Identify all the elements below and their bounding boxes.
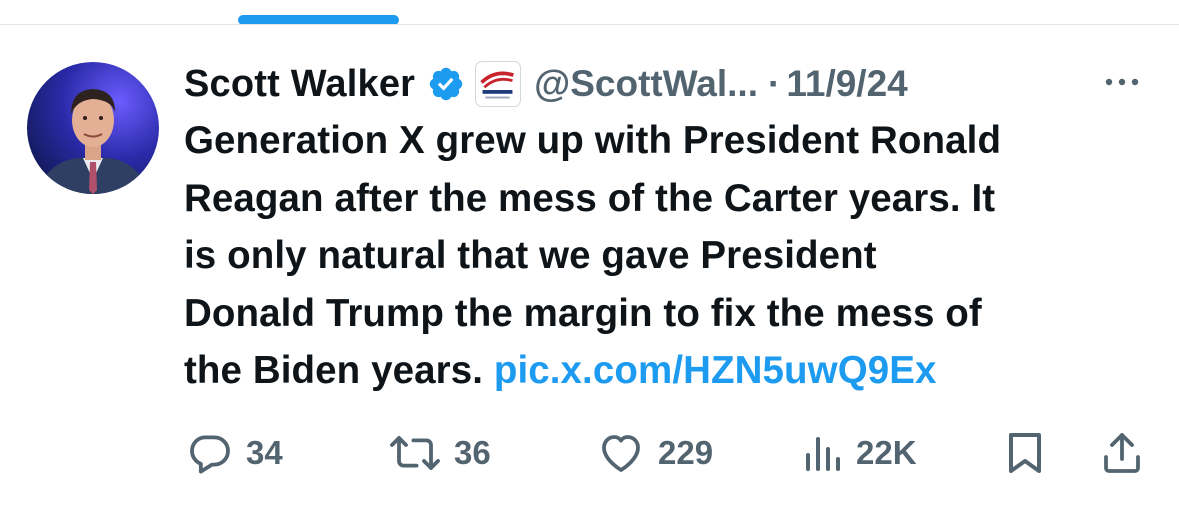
tweet-text-line-last: the Biden years. pic.x.com/HZN5uwQ9Ex [184,342,1164,400]
tweet-text-tail: the Biden years. [184,349,494,392]
tweet-text-line: Generation X grew up with President Rona… [184,119,1002,162]
repost-count: 36 [454,434,491,471]
author-name[interactable]: Scott Walker [184,63,415,106]
media-link[interactable]: pic.x.com/HZN5uwQ9Ex [494,349,937,392]
author-handle[interactable]: @ScottWal... [534,63,758,105]
reply-icon [190,435,230,474]
views-button[interactable]: 22K [800,425,917,481]
more-icon[interactable] [1097,60,1147,100]
tweet-header: Scott Walker @ScottWal... · 11/9/24 [184,56,908,112]
bookmark-button[interactable] [1005,425,1045,481]
like-count: 229 [658,434,714,471]
affiliate-badge-icon[interactable] [475,61,522,107]
separator-dot: · [768,63,781,104]
tweet-text-line: is only natural that we gave President [184,234,877,277]
repost-icon [390,436,440,470]
tweet-date[interactable]: 11/9/24 [786,63,907,105]
views-icon [806,437,840,471]
views-count: 22K [856,434,917,471]
like-icon [602,435,640,472]
reply-count: 34 [246,434,283,471]
action-bar: 34 36 229 22K [0,425,1179,481]
reply-button[interactable]: 34 [186,425,283,481]
tweet-text-line: Reagan after the mess of the Carter year… [184,176,996,220]
repost-button[interactable]: 36 [388,425,491,481]
share-button[interactable] [1098,425,1146,481]
verified-badge-icon [427,65,465,103]
like-button[interactable]: 229 [596,425,713,481]
tweet-text-line: Donald Trump the margin to fix the mess … [184,291,982,335]
share-icon [1104,433,1140,473]
bookmark-icon [1009,433,1041,473]
divider [0,24,1179,25]
tweet-text: Generation X grew up with President Rona… [184,112,1164,400]
avatar-image [27,62,159,194]
avatar[interactable] [27,62,159,194]
